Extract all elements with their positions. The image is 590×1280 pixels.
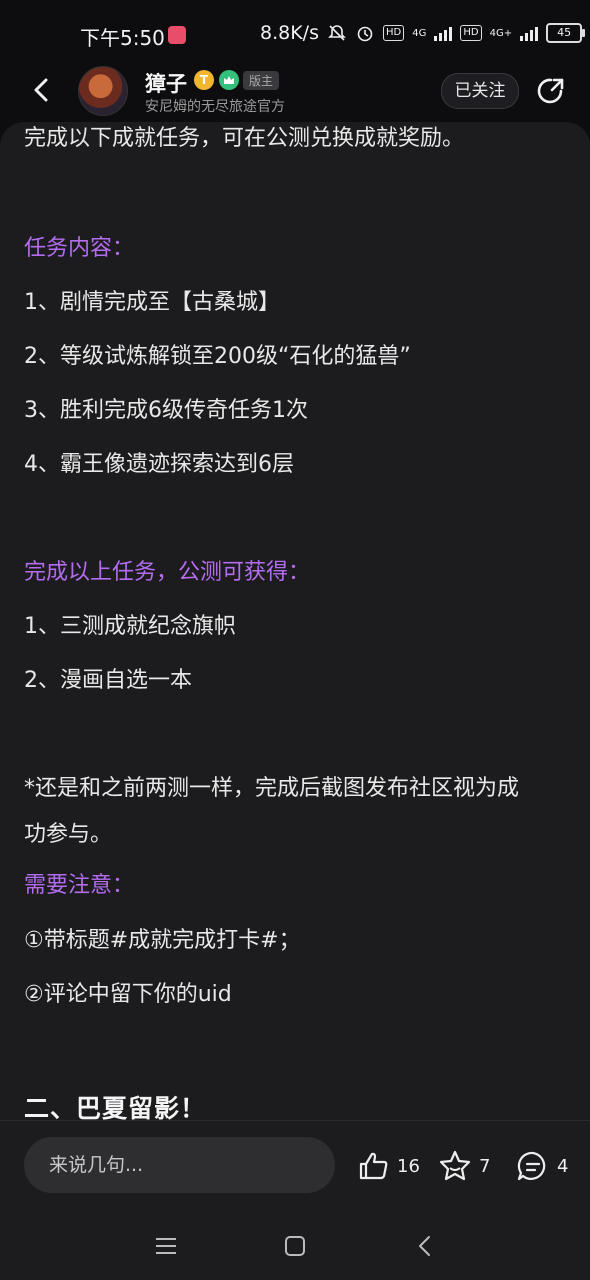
status-right: 8.8K/s HD 4G HD 4G+ 45 [260,22,586,44]
reward-item: 1、三测成就纪念旗帜 [24,614,236,639]
comment-input[interactable]: 来说几句... [24,1137,335,1193]
author-subtitle: 安尼姆的无尽旅途官方 [145,99,285,115]
mute-icon [328,25,346,41]
comment-icon [517,1151,546,1181]
reward-item: 2、漫画自选一本 [24,668,192,693]
section-title: 二、巴夏留影！ [24,1094,207,1120]
task-item: 3、胜利完成6级传奇任务1次 [24,398,308,423]
app-notification-icon [168,26,186,44]
comment-button[interactable]: 4 [515,1149,568,1183]
moderator-tag: 版主 [243,71,280,90]
attention-heading: 需要注意： [24,873,135,898]
note-line: *还是和之前两测一样，完成后截图发布社区视为成 [24,776,520,801]
crown-badge-icon [219,70,239,90]
nav-back-icon[interactable] [411,1232,439,1260]
like-button[interactable]: 16 [357,1149,420,1183]
favorite-button[interactable]: 7 [437,1149,490,1183]
task-item: 2、等级试炼解锁至200级“石化的猛兽” [24,344,411,369]
note-line: 功参与。 [24,822,113,847]
level-badge: T [194,70,214,90]
menu-icon[interactable] [152,1232,180,1260]
post-header: 獐子 T 版主 安尼姆的无尽旅途官方 已关注 [0,60,590,122]
system-nav-bar [0,1210,590,1280]
author-avatar[interactable] [78,66,128,116]
status-time: 下午5:50 [80,26,165,50]
signal-icon-1 [434,25,453,41]
post-content: 完成以下成就任务，可在公测兑换成就奖励。 任务内容： 1、剧情完成至【古桑城】 … [0,122,590,1120]
author-name[interactable]: 獐子 [145,68,187,98]
back-icon[interactable] [24,72,60,108]
post-intro: 完成以下成就任务，可在公测兑换成就奖励。 [24,126,465,151]
alarm-icon [357,26,373,42]
like-count: 16 [397,1155,420,1177]
network-type-1: 4G [412,27,427,39]
task-heading: 任务内容： [24,236,135,261]
follow-button[interactable]: 已关注 [441,73,519,109]
task-item: 1、剧情完成至【古桑城】 [24,290,280,315]
share-icon[interactable] [534,74,568,108]
like-icon [359,1152,388,1180]
attention-item: ②评论中留下你的uid [24,982,232,1007]
comment-count: 4 [557,1155,569,1177]
hd-badge-1: HD [382,25,405,41]
attention-item: ①带标题#成就完成打卡#； [24,928,301,953]
task-item: 4、霸王像遗迹探索达到6层 [24,452,294,477]
network-speed: 8.8K/s [260,22,319,44]
reward-heading: 完成以上任务，公测可获得： [24,560,311,585]
star-icon [439,1150,471,1181]
network-type-2: 4G+ [489,27,513,39]
battery-icon: 45 [546,23,586,43]
bottom-action-bar: 来说几句... 16 7 4 [0,1120,590,1211]
hd-badge-2: HD [460,25,482,41]
signal-icon-2 [520,25,539,41]
favorite-count: 7 [479,1155,491,1177]
home-icon[interactable] [281,1232,309,1260]
